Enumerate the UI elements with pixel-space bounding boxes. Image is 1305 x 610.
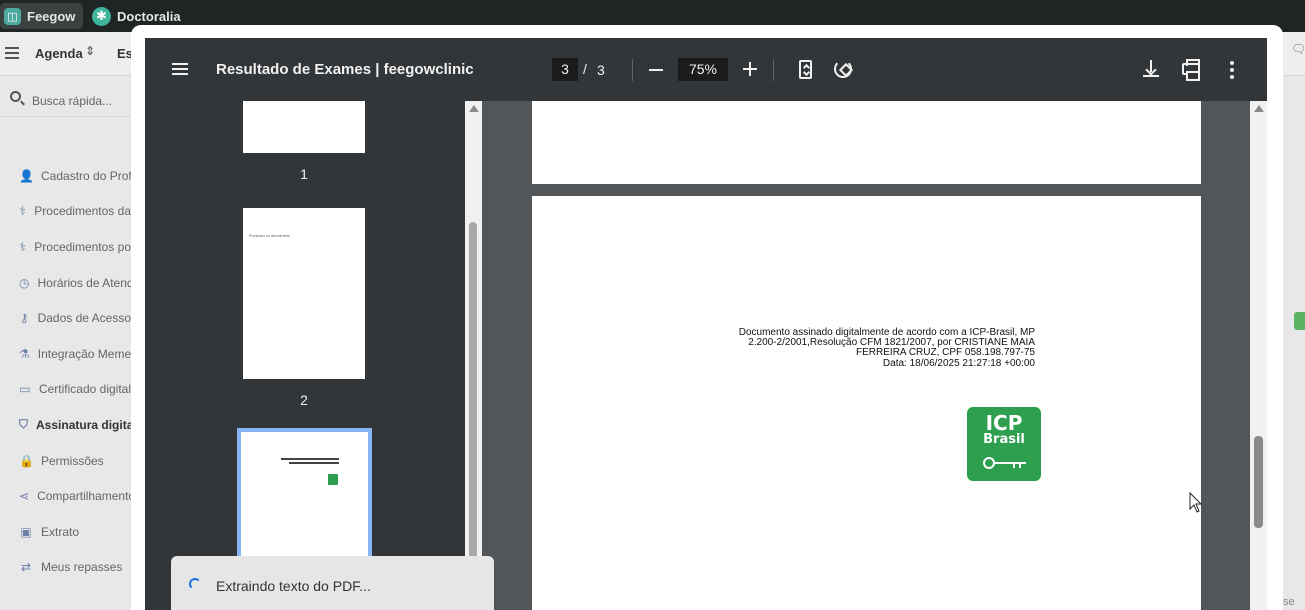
- doctoralia-icon: ✱: [92, 6, 111, 26]
- scrollbar-thumb[interactable]: [1254, 436, 1263, 528]
- pdf-viewer: Resultado de Exames | feegowclinic 3 / 3…: [145, 38, 1267, 610]
- rotate-icon[interactable]: [834, 60, 852, 78]
- signature-line: Data: 18/06/2025 21:27:18 +00:00: [882, 357, 1035, 369]
- tab-label: Feegow: [27, 8, 76, 24]
- thumbnail-page-1[interactable]: [243, 101, 365, 153]
- sidebar-item-label: Compartilhamento: [37, 489, 131, 504]
- sidebar-item-label: Integração Memed: [37, 346, 131, 361]
- icp-brasil-logo: ICP Brasil: [967, 407, 1041, 481]
- scroll-up-icon[interactable]: [1254, 105, 1264, 112]
- agenda-selector[interactable]: Agenda: [35, 46, 83, 61]
- document-scrollbar[interactable]: [1250, 101, 1267, 610]
- document-title: Resultado de Exames | feegowclinic: [216, 61, 474, 78]
- stethoscope-icon: ⚕: [19, 204, 26, 219]
- pdf-page-3: [532, 196, 1201, 610]
- clock-icon: ◷: [19, 275, 30, 290]
- card-icon: ▭: [19, 382, 31, 397]
- sidebar-item-label: Cadastro do Profi: [41, 168, 131, 183]
- scrollbar-thumb[interactable]: [469, 222, 477, 592]
- sidebar-item-label: Procedimentos po: [34, 239, 131, 254]
- transfer-icon: ⇄: [20, 560, 32, 575]
- sidebar-item[interactable]: ⚷ Dados de Acesso: [0, 300, 131, 336]
- green-action-button[interactable]: [1294, 312, 1305, 330]
- sidebar-item-label: Assinatura digital: [36, 417, 131, 432]
- key-icon: [983, 456, 1027, 470]
- sidebar-item[interactable]: 👤 Cadastro do Profi: [0, 158, 131, 194]
- zoom-input[interactable]: 75%: [678, 58, 728, 81]
- pdf-toolbar: Resultado de Exames | feegowclinic 3 / 3…: [145, 38, 1267, 101]
- page-total: 3: [597, 62, 605, 78]
- sidebar-item-label: Meus repasses: [41, 560, 123, 575]
- page-separator: /: [583, 61, 587, 77]
- icp-logo-line1: ICP: [985, 411, 1023, 435]
- fit-page-icon[interactable]: [799, 60, 812, 79]
- stethoscope-icon: ⚕: [19, 239, 26, 254]
- hamburger-menu-icon[interactable]: [5, 47, 19, 59]
- thumbnail-icp-logo: [328, 474, 338, 485]
- flask-icon: ⚗: [19, 346, 30, 361]
- digital-signature-text: Documento assinado digitalmente de acord…: [733, 327, 1035, 369]
- feegow-icon: ◫: [4, 7, 21, 25]
- search-input[interactable]: Busca rápida...: [32, 94, 112, 108]
- sidebar-item[interactable]: ◷ Horários de Atend: [0, 265, 131, 301]
- thumbnail-text-line: [281, 458, 339, 460]
- more-vert-icon[interactable]: [1230, 61, 1234, 79]
- thumbnail-label: 1: [300, 166, 308, 182]
- chat-icon[interactable]: 🗨: [1291, 42, 1305, 56]
- sidebar-item[interactable]: ⇄ Meus repasses: [0, 550, 131, 586]
- zoom-in-icon[interactable]: [743, 62, 757, 76]
- sidebar-item-label: Certificado digital: [38, 382, 131, 397]
- partial-text: se: [1283, 596, 1295, 608]
- pdf-page-2-bottom: [532, 101, 1201, 184]
- toolbar-divider: [773, 59, 774, 81]
- sidebar-item[interactable]: ▭ Certificado digital: [0, 372, 131, 408]
- sidebar-item[interactable]: ⚕ Procedimentos da: [0, 194, 131, 230]
- sidebar-item[interactable]: ⚗ Integração Memed: [0, 336, 131, 372]
- browser-tab-feegow[interactable]: ◫ Feegow: [0, 3, 84, 29]
- lock-icon: 🔒: [19, 453, 34, 468]
- sidebar-item[interactable]: ⛉ Assinatura digital: [0, 407, 131, 443]
- sidebar-item-label: Procedimentos da: [34, 204, 131, 219]
- toolbar-divider: [632, 59, 633, 81]
- icp-logo-line2: Brasil: [983, 432, 1025, 447]
- user-icon: 👤: [19, 168, 34, 183]
- shield-icon: ⛉: [19, 417, 29, 432]
- quick-search[interactable]: Busca rápida...: [0, 77, 131, 117]
- thumbnail-scrollbar[interactable]: [465, 101, 482, 610]
- hamburger-menu-icon[interactable]: [172, 63, 188, 75]
- scroll-up-icon[interactable]: [469, 105, 479, 112]
- share-icon: ⋖: [19, 489, 30, 504]
- sidebar-item[interactable]: ⚕ Procedimentos po: [0, 229, 131, 265]
- loading-spinner-icon: [189, 578, 201, 590]
- toast-message: Extraindo texto do PDF...: [216, 578, 371, 594]
- thumbnail-sidebar: 1 Prontuário do atendimento 2: [145, 101, 482, 610]
- money-icon: ▣: [20, 524, 32, 539]
- key-icon: ⚷: [19, 311, 29, 326]
- tab-label: Doctoralia: [117, 8, 181, 24]
- sidebar-item[interactable]: 🔒 Permissões: [0, 443, 131, 479]
- thumbnail-page-2[interactable]: Prontuário do atendimento: [243, 208, 365, 379]
- sidebar-item-label: Horários de Atend: [37, 275, 131, 290]
- sidebar-item[interactable]: ▣ Extrato: [0, 514, 131, 550]
- sidebar-item[interactable]: ⋖ Compartilhamento: [0, 478, 131, 514]
- download-icon-base: [1143, 75, 1159, 77]
- sidebar-item-label: Dados de Acesso: [37, 311, 131, 326]
- thumbnail-heading: Prontuário do atendimento: [249, 234, 291, 238]
- sidebar-menu: 👤 Cadastro do Profi ⚕ Procedimentos da ⚕ Proc…: [0, 158, 131, 585]
- thumbnail-label: 2: [300, 392, 308, 408]
- chevron-updown-icon: ⇕: [85, 44, 96, 58]
- page-number-input[interactable]: 3: [552, 58, 578, 81]
- sidebar-item-label: Permissões: [41, 453, 104, 468]
- print-icon[interactable]: [1182, 59, 1200, 81]
- zoom-out-icon[interactable]: [649, 69, 663, 71]
- sidebar-item-label: Extrato: [41, 524, 80, 539]
- thumbnail-text-line: [289, 462, 339, 464]
- extracting-toast: Extraindo texto do PDF...: [171, 556, 494, 610]
- search-icon: [10, 91, 21, 102]
